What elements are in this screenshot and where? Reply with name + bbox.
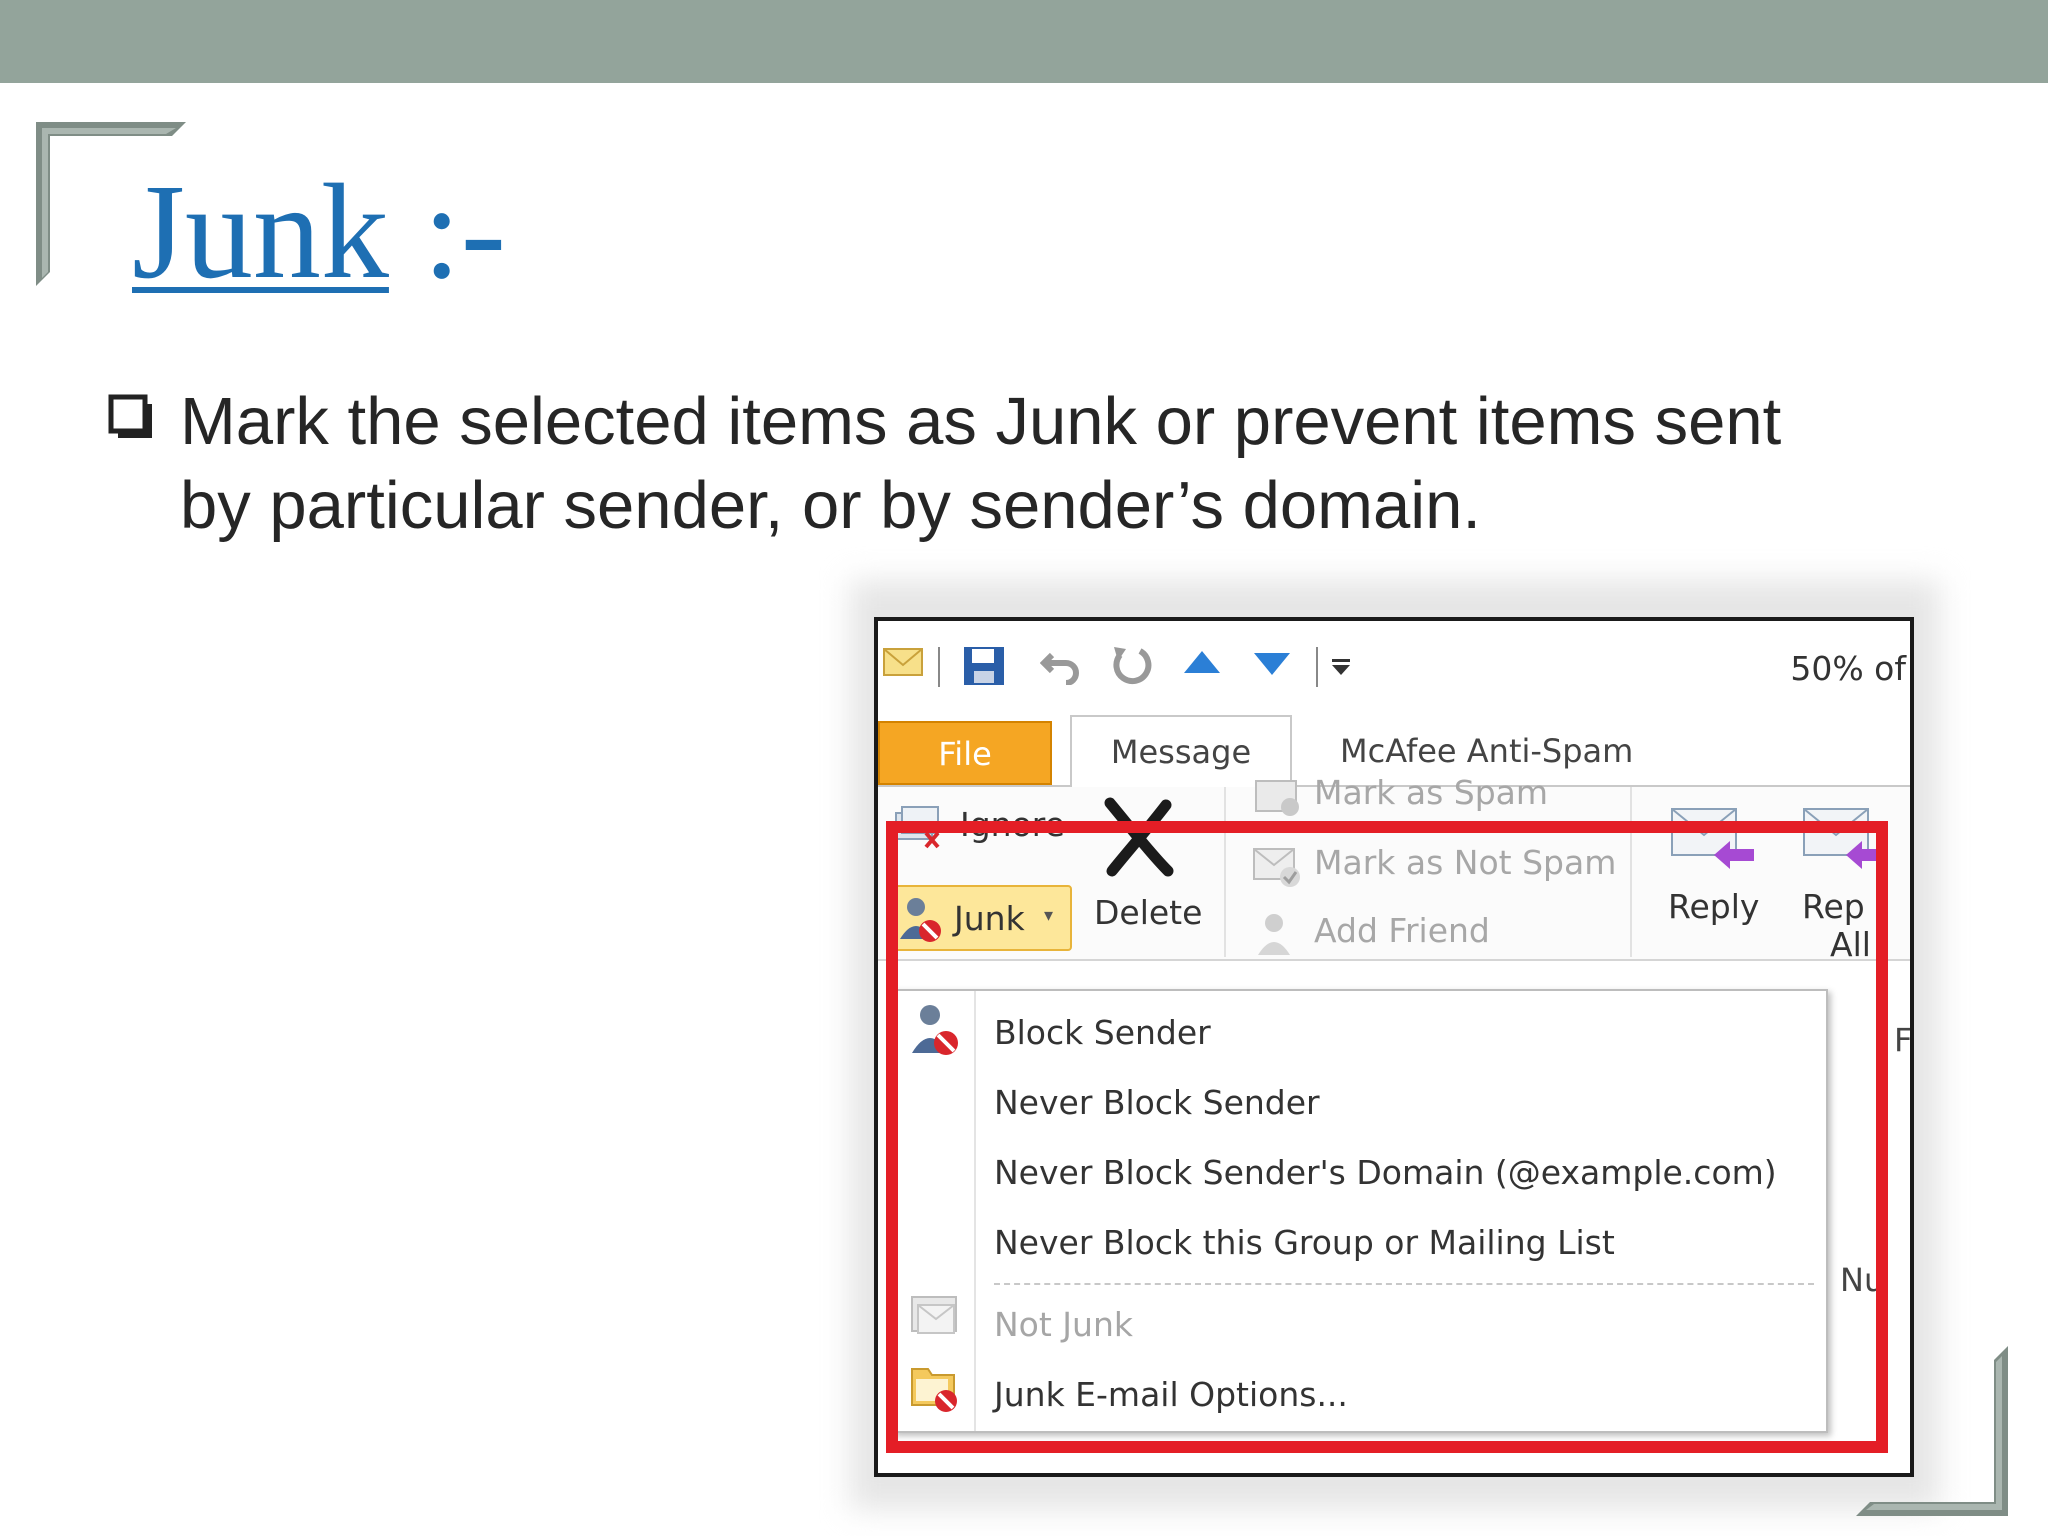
- up-arrow-icon[interactable]: [1180, 645, 1224, 683]
- corner-bracket-bottom-right: [1856, 1346, 2008, 1516]
- quick-access-toolbar: 50% of: [878, 621, 1910, 701]
- mark-spam-icon: [1255, 780, 1299, 816]
- down-arrow-icon[interactable]: [1250, 645, 1294, 683]
- zoom-text: 50% of: [1790, 649, 1906, 688]
- title-link[interactable]: Junk: [132, 157, 389, 307]
- outlook-screenshot: 50% of File Message McAfee Anti-Spam Ign…: [874, 617, 1914, 1477]
- cut-off-text-f: F: [1894, 1021, 1913, 1059]
- header-bar: [0, 0, 2048, 83]
- redo-icon[interactable]: [1110, 645, 1152, 685]
- customize-icon[interactable]: [1326, 645, 1356, 685]
- envelope-icon[interactable]: [882, 645, 924, 679]
- tab-file[interactable]: File: [878, 721, 1052, 785]
- mark-as-spam-button[interactable]: Mark as Spam: [1314, 773, 1548, 812]
- undo-icon[interactable]: [1040, 645, 1082, 685]
- toolbar-separator: [1316, 647, 1318, 687]
- title-suffix: :-: [388, 157, 507, 307]
- checkbox-bullet-icon: [108, 394, 152, 438]
- toolbar-separator: [938, 647, 940, 687]
- highlight-box: [886, 821, 1888, 1453]
- save-icon[interactable]: [962, 645, 1006, 687]
- bullet-text: Mark the selected items as Junk or preve…: [180, 384, 1782, 543]
- slide-title: Junk :-: [132, 152, 506, 312]
